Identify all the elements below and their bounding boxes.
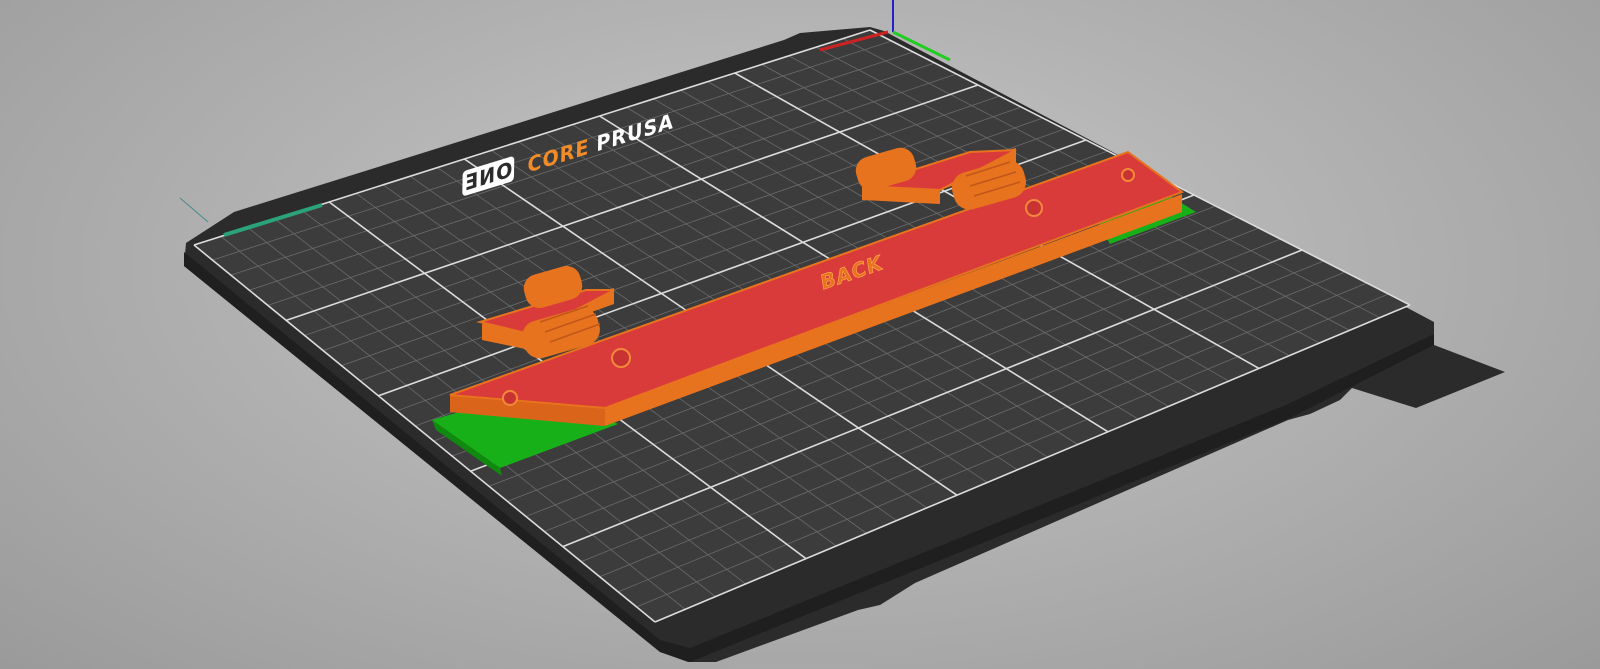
print-bed[interactable] <box>184 27 1505 662</box>
3d-viewport[interactable]: ONE CORE PRUSA BACK <box>0 0 1600 669</box>
bar-hole <box>1121 168 1135 182</box>
x-axis-stub <box>179 197 209 223</box>
bar-hole <box>502 390 518 406</box>
bar-hole <box>1025 199 1043 217</box>
scene-canvas[interactable]: ONE CORE PRUSA BACK <box>0 0 1600 669</box>
bar-hole <box>611 348 631 368</box>
